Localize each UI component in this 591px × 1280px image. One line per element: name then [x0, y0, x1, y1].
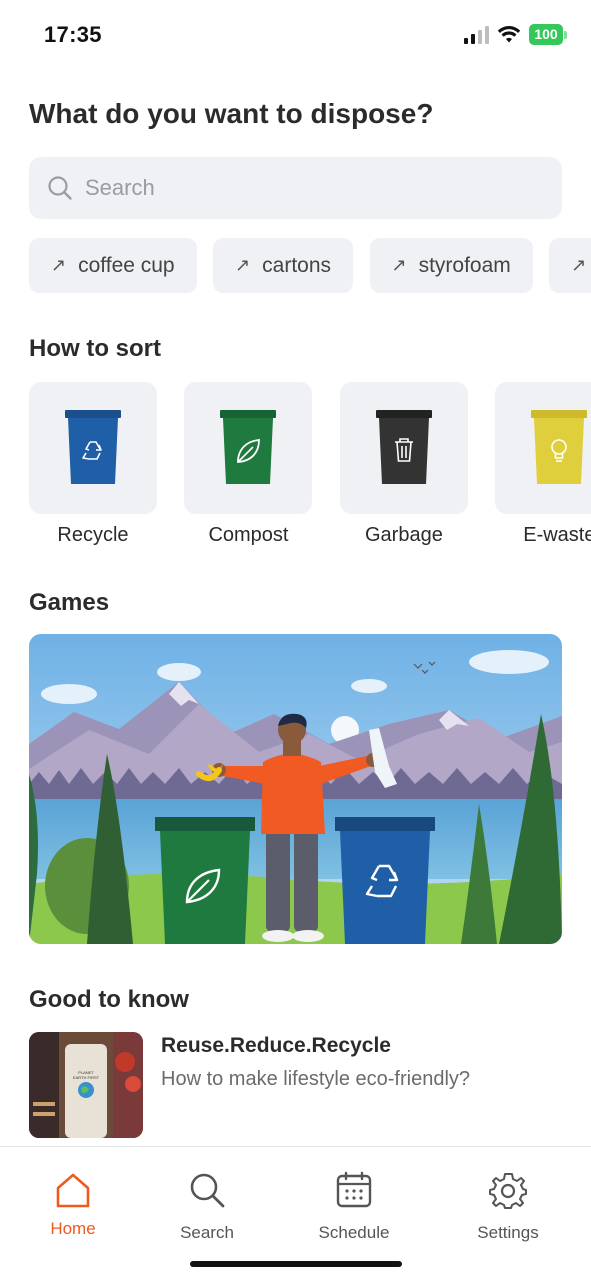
bin-tile	[495, 382, 591, 514]
recycle-bin-icon	[65, 410, 121, 484]
suggestion-chip[interactable]: ↗ styrofoam	[369, 238, 533, 293]
tab-settings[interactable]: Settings	[448, 1169, 568, 1243]
article-subtitle: How to make lifestyle eco-friendly?	[161, 1068, 471, 1090]
search-box[interactable]	[29, 157, 562, 219]
suggestion-chip[interactable]: ↗ coffee cup	[29, 238, 197, 293]
home-indicator	[190, 1261, 402, 1267]
tab-label: Search	[180, 1223, 234, 1242]
e-waste-bin-icon	[531, 410, 588, 484]
chip-label: styrofoam	[418, 253, 511, 277]
garbage-bin-icon	[375, 410, 432, 484]
status-bar: 17:35 100	[0, 0, 591, 66]
tab-label: Settings	[477, 1223, 539, 1242]
suggestion-chip[interactable]: ↗ cartons	[213, 238, 354, 293]
article-title: Reuse.Reduce.Recycle	[161, 1034, 391, 1057]
compost-bin-icon	[220, 410, 277, 484]
cellular-signal-icon	[464, 25, 489, 44]
trend-arrow-icon: ↗	[391, 255, 407, 275]
tab-schedule[interactable]: Schedule	[294, 1169, 414, 1243]
suggestion-chip-partial[interactable]: ↗	[549, 238, 591, 293]
bin-label: Recycle	[57, 524, 129, 546]
bin-garbage[interactable]: Garbage	[339, 382, 468, 547]
bin-compost[interactable]: Compost	[184, 382, 313, 547]
trend-arrow-icon: ↗	[235, 255, 251, 275]
bin-label: Compost	[208, 524, 289, 546]
games-illustration	[29, 634, 562, 944]
chip-label: cartons	[262, 253, 332, 277]
tab-home[interactable]: Home	[13, 1169, 133, 1239]
calendar-icon	[336, 1171, 372, 1208]
search-icon	[190, 1173, 225, 1208]
suggestion-chips: ↗ coffee cup ↗ cartons ↗ styrofoam ↗	[29, 238, 591, 293]
bin-tile	[339, 382, 468, 514]
games-banner[interactable]	[29, 634, 562, 944]
page-title: What do you want to dispose?	[29, 98, 434, 129]
wifi-icon	[497, 25, 521, 42]
trend-arrow-icon: ↗	[571, 255, 587, 275]
status-indicators: 100	[464, 24, 567, 45]
gear-icon	[489, 1173, 527, 1209]
bin-tile	[184, 382, 313, 514]
bin-label: E-waste	[523, 524, 591, 546]
search-icon	[48, 176, 72, 200]
bin-tile	[29, 382, 157, 514]
chip-label: coffee cup	[78, 253, 175, 277]
bin-label: Garbage	[364, 524, 443, 546]
search-input[interactable]	[85, 175, 525, 201]
svg-text:EARTH FIRST: EARTH FIRST	[73, 1075, 100, 1080]
section-title-games: Games	[29, 589, 110, 616]
home-icon	[56, 1173, 90, 1208]
tab-bar: Home Search Schedule Settings	[0, 1146, 591, 1280]
trend-arrow-icon: ↗	[51, 255, 67, 275]
section-title-good-to-know: Good to know	[29, 986, 189, 1013]
bin-recycle[interactable]: Recycle	[29, 382, 157, 547]
article-thumbnail: PLANET EARTH FIRST	[29, 1032, 143, 1138]
tab-search[interactable]: Search	[147, 1169, 267, 1243]
status-time: 17:35	[44, 22, 102, 47]
article-card[interactable]: PLANET EARTH FIRST Reuse.Reduce.Recycle …	[29, 1032, 562, 1138]
battery-level: 100	[529, 24, 563, 45]
sort-bins: Recycle Compost Garbage E-waste	[29, 382, 591, 552]
battery-icon: 100	[529, 24, 567, 45]
bin-e-waste[interactable]: E-waste	[495, 382, 591, 547]
tab-label: Home	[50, 1219, 96, 1238]
section-title-how-to-sort: How to sort	[29, 335, 161, 362]
tab-label: Schedule	[318, 1223, 390, 1242]
